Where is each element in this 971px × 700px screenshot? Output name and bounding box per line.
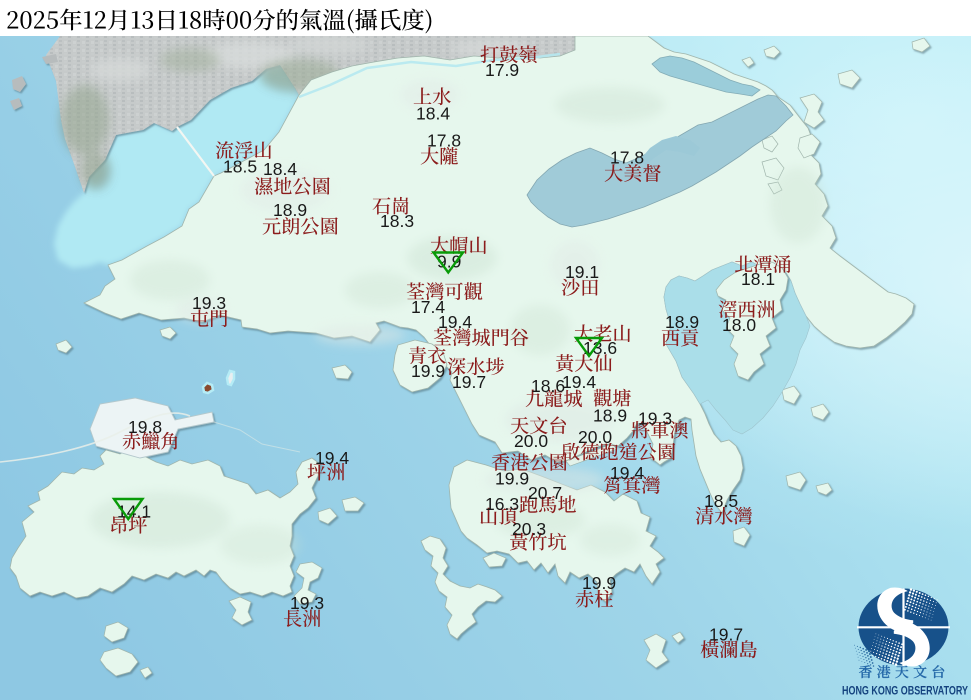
svg-text:20.7: 20.7 <box>528 483 562 503</box>
svg-text:18.4: 18.4 <box>263 159 297 179</box>
svg-text:18.9: 18.9 <box>273 200 307 220</box>
svg-text:20.0: 20.0 <box>578 427 612 447</box>
svg-text:18.0: 18.0 <box>722 315 756 335</box>
svg-text:20.0: 20.0 <box>514 431 548 451</box>
svg-text:20.3: 20.3 <box>512 519 546 539</box>
svg-text:19.4: 19.4 <box>610 463 644 483</box>
svg-text:17.9: 17.9 <box>485 60 519 80</box>
svg-text:19.1: 19.1 <box>565 262 599 282</box>
svg-text:18.9: 18.9 <box>665 312 699 332</box>
svg-text:18.3: 18.3 <box>380 211 414 231</box>
svg-text:19.4: 19.4 <box>562 372 596 392</box>
svg-text:19.4: 19.4 <box>315 448 349 468</box>
svg-text:18.5: 18.5 <box>704 491 738 511</box>
svg-text:19.4: 19.4 <box>438 312 472 332</box>
svg-text:19.7: 19.7 <box>452 372 486 392</box>
svg-text:19.9: 19.9 <box>411 361 445 381</box>
svg-text:19.7: 19.7 <box>709 625 743 645</box>
svg-text:16.3: 16.3 <box>485 494 519 514</box>
svg-text:HONG KONG OBSERVATORY: HONG KONG OBSERVATORY <box>842 684 968 698</box>
svg-text:18.9: 18.9 <box>593 405 627 425</box>
svg-text:17.8: 17.8 <box>610 148 644 168</box>
svg-text:19.9: 19.9 <box>495 469 529 489</box>
svg-text:19.3: 19.3 <box>290 593 324 613</box>
svg-text:18.5: 18.5 <box>223 157 257 177</box>
svg-text:18.4: 18.4 <box>416 103 450 123</box>
svg-text:19.8: 19.8 <box>128 417 162 437</box>
svg-text:19.9: 19.9 <box>582 573 616 593</box>
svg-text:19.3: 19.3 <box>638 408 672 428</box>
svg-text:17.8: 17.8 <box>427 130 461 150</box>
svg-text:18.6: 18.6 <box>531 376 565 396</box>
svg-text:18.1: 18.1 <box>741 269 775 289</box>
svg-text:19.3: 19.3 <box>192 293 226 313</box>
